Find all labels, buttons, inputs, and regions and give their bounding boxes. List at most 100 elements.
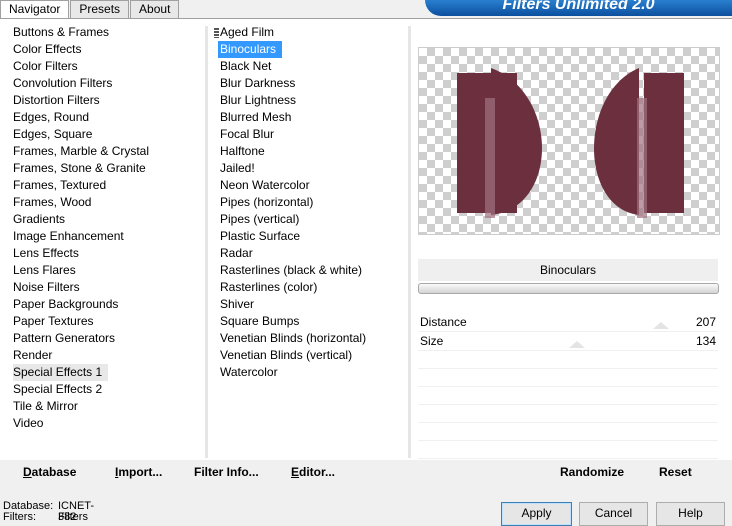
filter-item[interactable]: Radar — [212, 245, 407, 262]
filter-item[interactable]: Aged Film — [212, 24, 407, 41]
column-divider — [408, 26, 411, 458]
param-label: Size — [420, 334, 444, 348]
filter-label: Venetian Blinds (vertical) — [220, 348, 353, 362]
preview-left-lens — [491, 68, 542, 215]
category-label: Special Effects 2 — [13, 382, 103, 396]
category-item[interactable]: Lens Flares — [5, 262, 205, 279]
category-label: Gradients — [13, 212, 66, 226]
filter-item[interactable]: Rasterlines (black & white) — [212, 262, 407, 279]
drag-grip-icon[interactable] — [214, 27, 219, 38]
category-label: Tile & Mirror — [13, 399, 78, 413]
filter-item[interactable]: Plastic Surface — [212, 228, 407, 245]
filter-label: Focal Blur — [220, 127, 275, 141]
param-empty-row — [418, 369, 718, 387]
category-item[interactable]: Paper Textures — [5, 313, 205, 330]
category-label: Render — [13, 348, 53, 362]
category-item[interactable]: Frames, Textured — [5, 177, 205, 194]
reset-button[interactable]: Reset — [659, 465, 692, 479]
filter-item[interactable]: Venetian Blinds (horizontal) — [212, 330, 407, 347]
editor-button[interactable]: Editor... — [291, 465, 335, 479]
app-banner: Filters Unlimited 2.0 — [425, 0, 732, 16]
filter-item[interactable]: Black Net — [212, 58, 407, 75]
filter-item[interactable]: Blur Darkness — [212, 75, 407, 92]
filter-label: Rasterlines (color) — [220, 280, 318, 294]
category-item[interactable]: Video — [5, 415, 205, 432]
filter-item[interactable]: Square Bumps — [212, 313, 407, 330]
filter-label: Watercolor — [220, 365, 278, 379]
control-bar — [418, 283, 719, 294]
category-item[interactable]: Special Effects 2 — [5, 381, 205, 398]
param-empty-row — [418, 351, 718, 369]
filter-item[interactable]: Rasterlines (color) — [212, 279, 407, 296]
category-item[interactable]: Frames, Stone & Granite — [5, 160, 205, 177]
filter-label: Halftone — [220, 144, 265, 158]
preview-right-lens — [594, 68, 639, 215]
filter-name: Binoculars — [418, 259, 718, 281]
slider-thumb[interactable] — [653, 322, 669, 329]
cancel-button[interactable]: Cancel — [579, 502, 648, 526]
filter-item[interactable]: Venetian Blinds (vertical) — [212, 347, 407, 364]
filter-item[interactable]: Binoculars — [212, 41, 407, 58]
filter-label: Black Net — [220, 59, 272, 73]
category-label: Color Filters — [13, 59, 78, 73]
tab-about[interactable]: About — [130, 0, 180, 18]
tab-navigator[interactable]: Navigator — [0, 0, 70, 19]
param-size[interactable]: Size 134 — [418, 332, 718, 351]
database-button[interactable]: Database — [23, 465, 76, 479]
slider-thumb[interactable] — [569, 341, 585, 348]
filter-item[interactable]: Blur Lightness — [212, 92, 407, 109]
category-item[interactable]: Noise Filters — [5, 279, 205, 296]
filter-label: Neon Watercolor — [220, 178, 310, 192]
category-label: Pattern Generators — [13, 331, 116, 345]
filter-item[interactable]: Halftone — [212, 143, 407, 160]
filter-label: Shiver — [220, 297, 255, 311]
category-item[interactable]: Tile & Mirror — [5, 398, 205, 415]
apply-button[interactable]: Apply — [501, 502, 572, 526]
randomize-button[interactable]: Randomize — [560, 465, 624, 479]
filter-label: Rasterlines (black & white) — [220, 263, 363, 277]
category-item[interactable]: Frames, Marble & Crystal — [5, 143, 205, 160]
param-empty-row — [418, 423, 718, 441]
column-divider — [205, 26, 208, 458]
preview-right-pipe — [637, 98, 647, 218]
category-item[interactable]: Buttons & Frames — [5, 24, 205, 41]
category-item[interactable]: Lens Effects — [5, 245, 205, 262]
category-item[interactable]: Special Effects 1 — [5, 364, 205, 381]
category-label: Video — [13, 416, 44, 430]
category-item[interactable]: Frames, Wood — [5, 194, 205, 211]
filter-item[interactable]: Blurred Mesh — [212, 109, 407, 126]
category-label: Paper Textures — [13, 314, 94, 328]
help-button[interactable]: Help — [656, 502, 725, 526]
category-label: Frames, Stone & Granite — [13, 161, 146, 175]
category-label: Edges, Square — [13, 127, 93, 141]
category-item[interactable]: Edges, Round — [5, 109, 205, 126]
filter-label: Venetian Blinds (horizontal) — [220, 331, 367, 345]
filter-info-button[interactable]: Filter Info... — [194, 465, 259, 479]
filter-list[interactable]: Aged Film Binoculars Black Net Blur Darknes… — [212, 24, 407, 381]
category-item[interactable]: Image Enhancement — [5, 228, 205, 245]
param-distance[interactable]: Distance 207 — [418, 313, 718, 332]
filter-item[interactable]: Pipes (horizontal) — [212, 194, 407, 211]
param-empty-row — [418, 441, 718, 459]
filter-item[interactable]: Pipes (vertical) — [212, 211, 407, 228]
category-item[interactable]: Gradients — [5, 211, 205, 228]
filter-item[interactable]: Neon Watercolor — [212, 177, 407, 194]
category-label: Convolution Filters — [13, 76, 113, 90]
filter-item[interactable]: Shiver — [212, 296, 407, 313]
category-item[interactable]: Render — [5, 347, 205, 364]
filter-item[interactable]: Watercolor — [212, 364, 407, 381]
category-item[interactable]: Pattern Generators — [5, 330, 205, 347]
filters-count-label: Filters: — [3, 511, 36, 523]
category-item[interactable]: Convolution Filters — [5, 75, 205, 92]
category-item[interactable]: Paper Backgrounds — [5, 296, 205, 313]
category-label: Noise Filters — [13, 280, 80, 294]
tab-presets[interactable]: Presets — [70, 0, 130, 18]
category-item[interactable]: Edges, Square — [5, 126, 205, 143]
category-item[interactable]: Color Filters — [5, 58, 205, 75]
filter-item[interactable]: Focal Blur — [212, 126, 407, 143]
category-item[interactable]: Color Effects — [5, 41, 205, 58]
category-item[interactable]: Distortion Filters — [5, 92, 205, 109]
import-button[interactable]: Import... — [115, 465, 162, 479]
filter-item[interactable]: Jailed! — [212, 160, 407, 177]
category-list[interactable]: Buttons & Frames Color Effects Color Filte… — [5, 24, 205, 432]
